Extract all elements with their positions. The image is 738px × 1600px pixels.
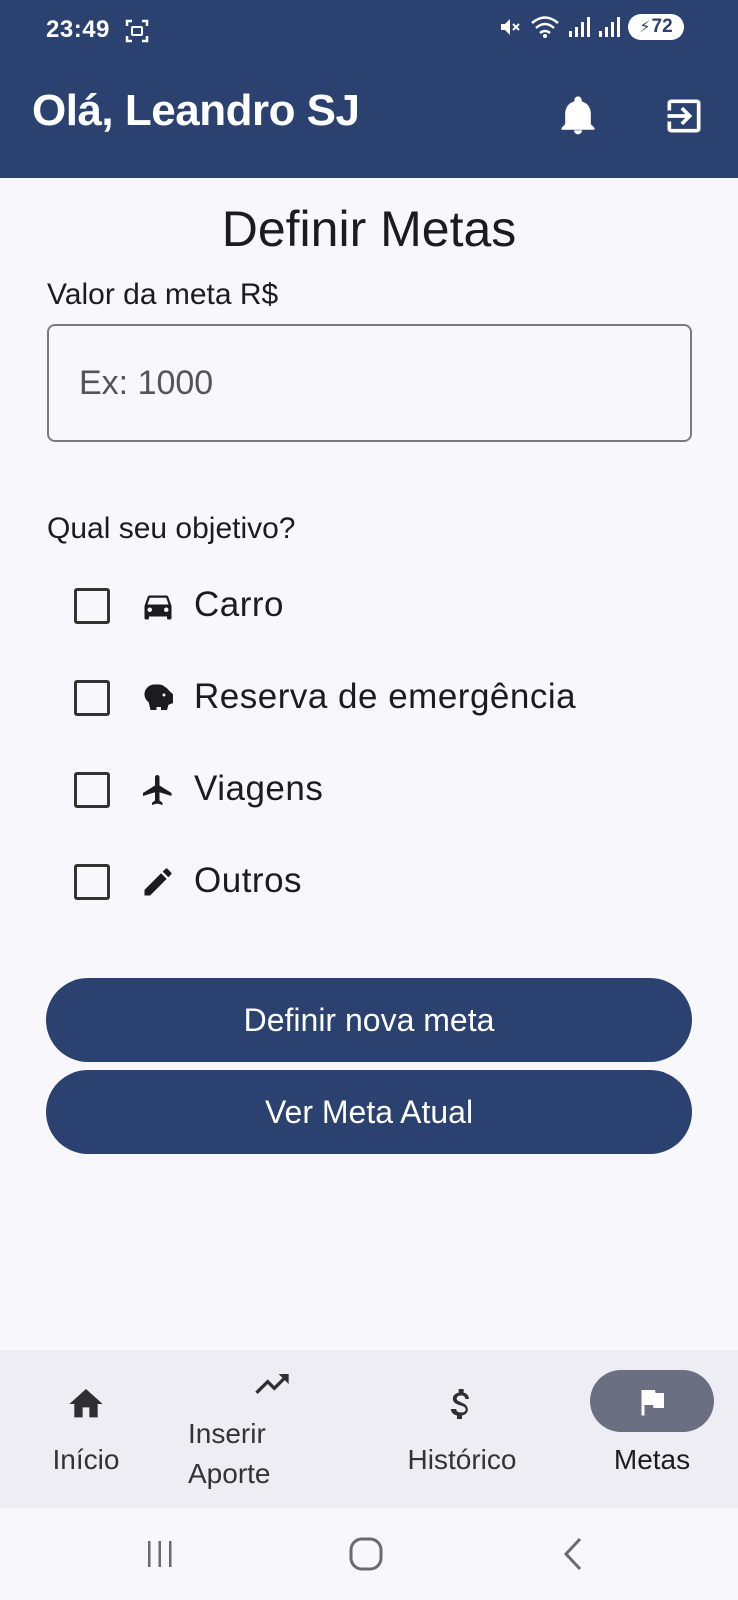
home-button-icon[interactable] <box>348 1536 384 1572</box>
home-icon <box>69 1389 103 1418</box>
trending-up-icon <box>255 1374 289 1394</box>
nav-label: Metas <box>613 1444 691 1475</box>
page-title: Definir Metas <box>221 201 517 257</box>
greeting-title: Olá, Leandro SJ <box>32 86 360 135</box>
system-nav-bar <box>0 1508 738 1600</box>
bell-icon[interactable] <box>556 94 600 138</box>
nav-item-metas[interactable]: Metas <box>590 1350 714 1508</box>
wifi-icon <box>531 16 559 38</box>
signal-icon <box>599 17 620 37</box>
option-label: Carro <box>194 585 285 624</box>
pencil-icon <box>144 868 172 896</box>
back-icon[interactable] <box>560 1536 588 1572</box>
signal-icon <box>569 17 590 37</box>
flag-icon <box>641 1390 664 1416</box>
checkbox[interactable] <box>74 772 110 808</box>
screenshot-icon <box>125 19 149 43</box>
dollar-icon <box>450 1389 469 1419</box>
mute-icon <box>501 19 520 35</box>
bottom-nav: Início Inserir Aporte Histórico Metas <box>0 1350 738 1508</box>
car-icon <box>144 595 172 620</box>
objective-label: Qual seu objetivo? <box>47 512 296 545</box>
nav-label: Histórico <box>407 1444 517 1475</box>
lightning-icon: ⚡ <box>639 19 651 36</box>
option-reserva[interactable]: Reserva de emergência <box>74 677 576 718</box>
goal-value-label: Valor da meta R$ <box>47 278 279 311</box>
airplane-icon <box>143 775 172 805</box>
status-bar: 23:49 ⚡ 72 <box>0 0 738 62</box>
view-current-goal-button[interactable]: Ver Meta Atual <box>46 1070 692 1154</box>
checkbox[interactable] <box>74 680 110 716</box>
status-icons: ⚡ 72 <box>498 14 684 40</box>
option-label: Viagens <box>194 769 324 808</box>
checkbox[interactable] <box>74 864 110 900</box>
nav-label: Inserir Aporte <box>188 1418 271 1489</box>
nav-item-historico[interactable]: Histórico <box>392 1350 532 1508</box>
define-new-goal-button[interactable]: Definir nova meta <box>46 978 692 1062</box>
option-carro[interactable]: Carro <box>74 585 284 626</box>
checkbox[interactable] <box>74 588 110 624</box>
option-outros[interactable]: Outros <box>74 861 302 902</box>
battery-icon: ⚡ 72 <box>628 14 684 40</box>
piggy-bank-icon <box>144 684 173 710</box>
recent-apps-icon[interactable] <box>144 1538 176 1570</box>
battery-level: 72 <box>651 16 673 37</box>
option-label: Reserva de emergência <box>194 677 577 716</box>
goal-value-input[interactable] <box>47 324 692 442</box>
logout-icon[interactable] <box>662 94 706 138</box>
app-bar: Olá, Leandro SJ <box>0 62 738 178</box>
status-time: 23:49 <box>46 16 110 43</box>
nav-item-inserir-aporte[interactable]: Inserir Aporte <box>176 1350 296 1508</box>
option-viagens[interactable]: Viagens <box>74 769 323 810</box>
nav-item-inicio[interactable]: Início <box>36 1350 136 1508</box>
option-label: Outros <box>194 861 303 900</box>
nav-label: Início <box>52 1444 120 1475</box>
